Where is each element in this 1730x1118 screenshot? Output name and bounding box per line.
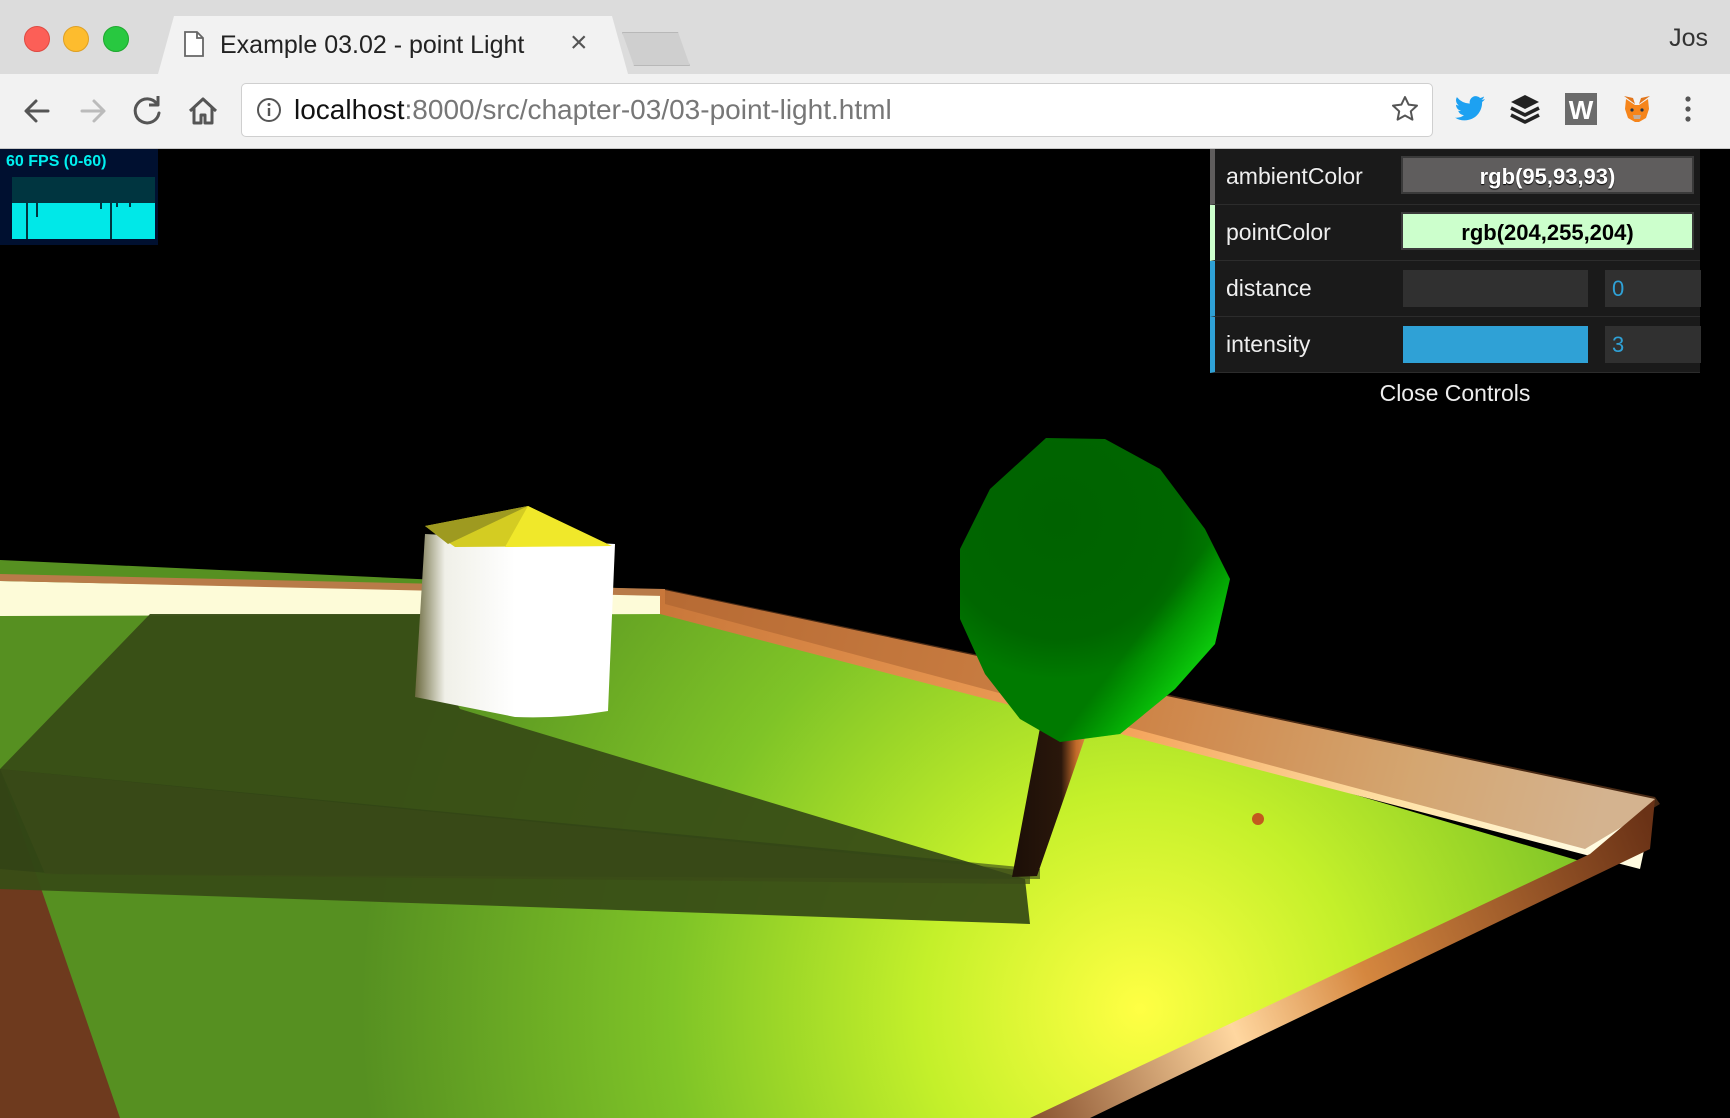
- distance-label: distance: [1226, 275, 1312, 301]
- profile-name[interactable]: Jos: [1669, 24, 1708, 53]
- gui-row-ambient-color[interactable]: ambientColor rgb(95,93,93): [1210, 149, 1700, 205]
- buffer-layers-icon[interactable]: [1507, 91, 1543, 127]
- twitter-icon[interactable]: [1452, 91, 1488, 127]
- house-cylinder: [415, 534, 615, 718]
- point-color-label: pointColor: [1226, 219, 1331, 245]
- url-text[interactable]: localhost:8000/src/chapter-03/03-point-l…: [294, 94, 892, 126]
- reload-icon[interactable]: [129, 92, 167, 130]
- gui-row-distance[interactable]: distance 0: [1210, 261, 1701, 317]
- forward-arrow-icon[interactable]: [74, 92, 112, 130]
- svg-text:W: W: [1569, 95, 1594, 125]
- fps-bars: [12, 197, 155, 239]
- browser-tab[interactable]: Example 03.02 - point Light ×: [158, 16, 628, 74]
- bookmark-star-icon[interactable]: [1390, 94, 1420, 124]
- webgl-viewport[interactable]: 60 FPS (0-60) ambientColor rgb(95,93,93)…: [0, 149, 1730, 1118]
- ambient-color-label: ambientColor: [1226, 163, 1363, 189]
- dat-gui-panel: ambientColor rgb(95,93,93) pointColor rg…: [1210, 149, 1701, 413]
- back-arrow-icon[interactable]: [18, 92, 56, 130]
- point-light-sphere: [1252, 813, 1264, 825]
- url-path: :8000/src/chapter-03/03-point-light.html: [404, 94, 892, 125]
- fps-graph: [12, 177, 155, 239]
- document-icon: [182, 30, 206, 58]
- close-window-button[interactable]: [24, 26, 50, 52]
- tab-close-icon[interactable]: ×: [570, 26, 588, 60]
- minimize-window-button[interactable]: [63, 26, 89, 52]
- home-icon[interactable]: [184, 92, 222, 130]
- fps-text: 60 FPS (0-60): [6, 153, 107, 170]
- browser-titlebar: Example 03.02 - point Light × Jos: [0, 0, 1730, 74]
- ambient-color-input[interactable]: rgb(95,93,93): [1401, 156, 1694, 194]
- intensity-label: intensity: [1226, 331, 1311, 357]
- fps-stats-panel[interactable]: 60 FPS (0-60): [0, 149, 158, 245]
- maximize-window-button[interactable]: [103, 26, 129, 52]
- tab-title: Example 03.02 - point Light: [220, 31, 525, 59]
- new-tab-button[interactable]: [622, 32, 690, 66]
- intensity-slider-fill: [1403, 326, 1588, 363]
- gui-row-intensity[interactable]: intensity 3: [1210, 317, 1701, 373]
- info-icon[interactable]: [256, 97, 282, 123]
- close-controls-button[interactable]: Close Controls: [1210, 373, 1700, 413]
- intensity-number-input[interactable]: 3: [1605, 326, 1701, 363]
- browser-toolbar: localhost:8000/src/chapter-03/03-point-l…: [0, 74, 1730, 149]
- point-color-input[interactable]: rgb(204,255,204): [1401, 212, 1694, 250]
- url-host: localhost: [294, 94, 405, 125]
- metamask-fox-icon[interactable]: [1619, 91, 1655, 127]
- more-menu-icon[interactable]: [1676, 91, 1700, 127]
- intensity-slider[interactable]: [1403, 326, 1588, 363]
- wikipedia-w-icon[interactable]: W: [1563, 91, 1599, 127]
- gui-row-point-color[interactable]: pointColor rgb(204,255,204): [1210, 205, 1700, 261]
- distance-number-input[interactable]: 0: [1605, 270, 1701, 307]
- address-bar[interactable]: localhost:8000/src/chapter-03/03-point-l…: [241, 83, 1433, 137]
- distance-slider[interactable]: [1403, 270, 1588, 307]
